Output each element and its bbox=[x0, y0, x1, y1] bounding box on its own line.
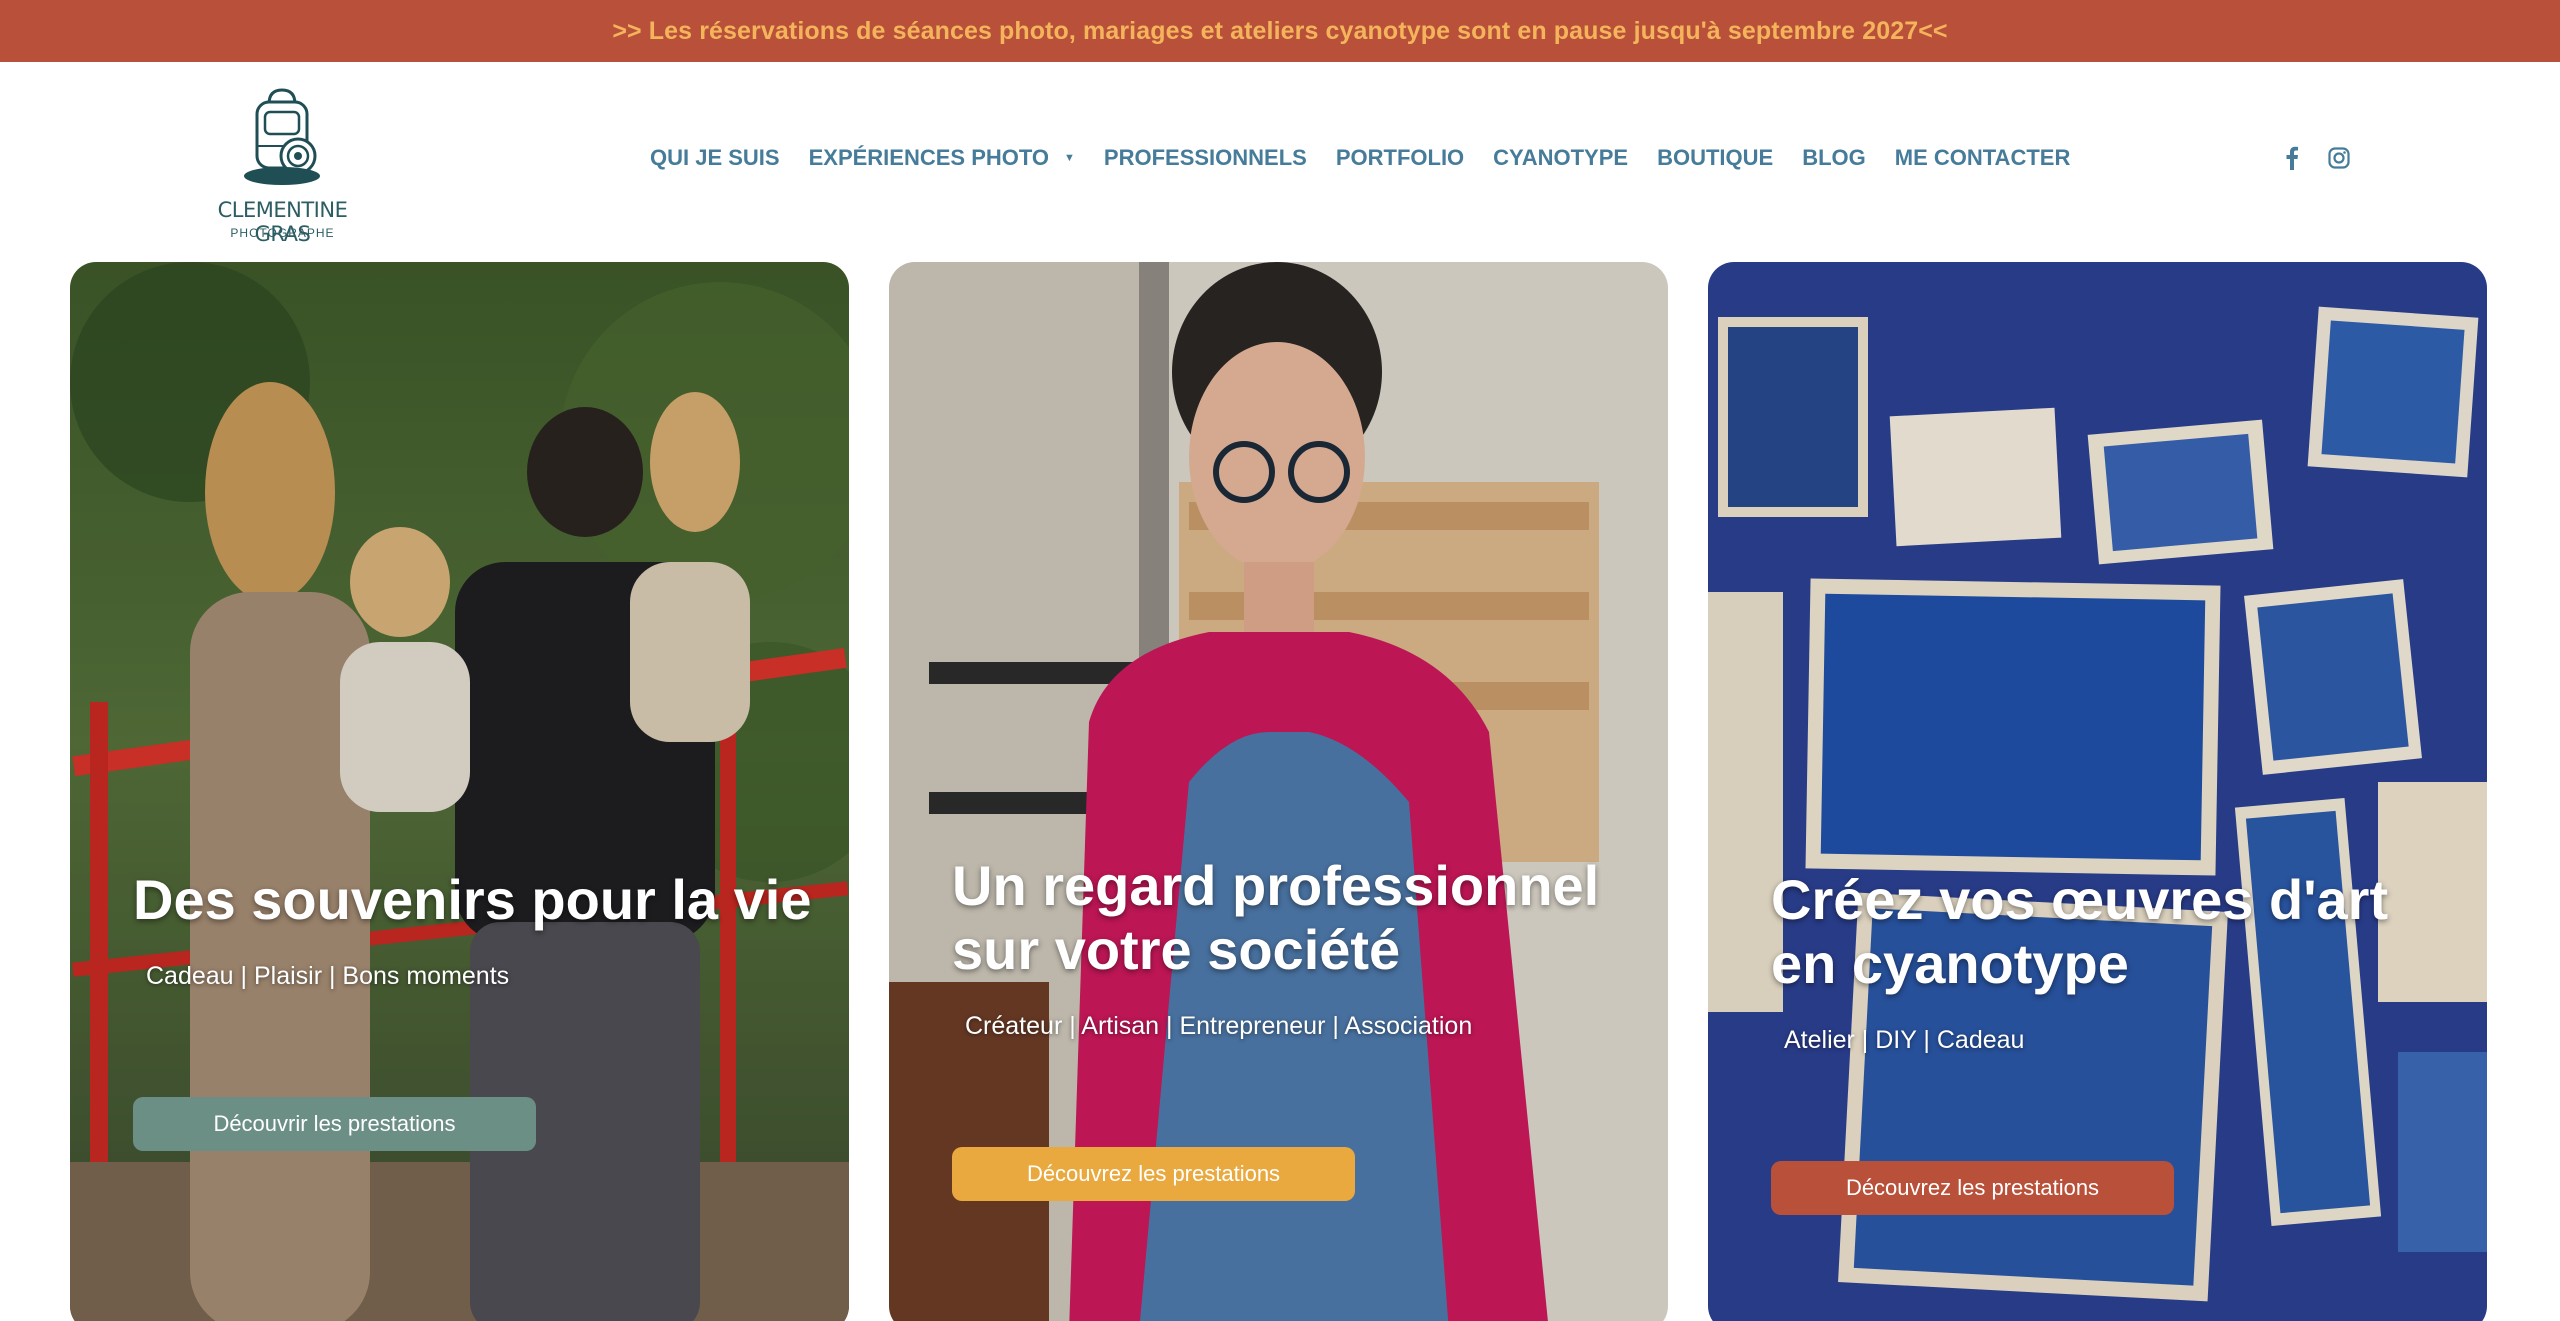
card-title: Créez vos œuvres d'art en cyanotype bbox=[1771, 868, 2389, 995]
nav-item-portfolio[interactable]: PORTFOLIO bbox=[1336, 145, 1464, 171]
nav-item-boutique[interactable]: BOUTIQUE bbox=[1657, 145, 1773, 171]
caret-down-icon: ▼ bbox=[1064, 152, 1075, 164]
announcement-text: >> Les réservations de séances photo, ma… bbox=[612, 16, 1948, 45]
nav-label: ME CONTACTER bbox=[1894, 145, 2071, 170]
facebook-link[interactable] bbox=[2278, 144, 2306, 172]
discover-services-button[interactable]: Découvrir les prestations bbox=[133, 1097, 536, 1151]
card-title: Un regard professionnel sur votre sociét… bbox=[952, 854, 1600, 981]
nav-item-me-contacter[interactable]: ME CONTACTER bbox=[1895, 145, 2071, 171]
card-subtitle: Créateur | Artisan | Entrepreneur | Asso… bbox=[965, 1012, 1473, 1040]
discover-services-button[interactable]: Découvrez les prestations bbox=[1771, 1161, 2174, 1215]
instagram-icon bbox=[2328, 147, 2350, 169]
camera-backpack-logo-icon bbox=[244, 88, 320, 185]
nav-label: CYANOTYPE bbox=[1493, 145, 1629, 170]
nav-item-blog[interactable]: BLOG bbox=[1802, 145, 1866, 171]
nav-label: BOUTIQUE bbox=[1657, 145, 1774, 170]
nav-item-cyanotype[interactable]: CYANOTYPE bbox=[1493, 145, 1628, 171]
card-title: Des souvenirs pour la vie bbox=[133, 868, 812, 931]
card-subtitle: Cadeau | Plaisir | Bons moments bbox=[146, 962, 510, 990]
nav-item-experiences-photo[interactable]: EXPÉRIENCES PHOTO ▼ bbox=[809, 145, 1075, 171]
site-header: CLEMENTINE GRAS PHOTOGRAPHE QUI JE SUIS … bbox=[0, 62, 2560, 262]
nav-label: EXPÉRIENCES PHOTO bbox=[808, 145, 1050, 170]
discover-services-button[interactable]: Découvrez les prestations bbox=[952, 1147, 1355, 1201]
nav-label: BLOG bbox=[1802, 145, 1866, 170]
nav-item-professionnels[interactable]: PROFESSIONNELS bbox=[1104, 145, 1307, 171]
family-photo bbox=[70, 262, 849, 1321]
nav-label: QUI JE SUIS bbox=[650, 145, 780, 170]
nav-label: PROFESSIONNELS bbox=[1103, 145, 1307, 170]
main-nav: QUI JE SUIS EXPÉRIENCES PHOTO ▼ PROFESSIO… bbox=[650, 142, 2070, 174]
card-subtitle: Atelier | DIY | Cadeau bbox=[1784, 1026, 2025, 1054]
nav-item-qui-je-suis[interactable]: QUI JE SUIS bbox=[650, 145, 780, 171]
facebook-icon bbox=[2286, 146, 2298, 170]
instagram-link[interactable] bbox=[2325, 144, 2353, 172]
announcement-banner: >> Les réservations de séances photo, ma… bbox=[0, 0, 2560, 62]
logo-subtitle: PHOTOGRAPHE bbox=[230, 226, 335, 240]
site-logo[interactable]: CLEMENTINE GRAS PHOTOGRAPHE bbox=[205, 82, 360, 246]
nav-label: PORTFOLIO bbox=[1335, 145, 1465, 170]
service-card-family[interactable]: Des souvenirs pour la vie Cadeau | Plais… bbox=[70, 262, 849, 1321]
service-card-professional[interactable]: Un regard professionnel sur votre sociét… bbox=[889, 262, 1668, 1321]
service-card-cyanotype[interactable]: Créez vos œuvres d'art en cyanotype Atel… bbox=[1708, 262, 2487, 1321]
